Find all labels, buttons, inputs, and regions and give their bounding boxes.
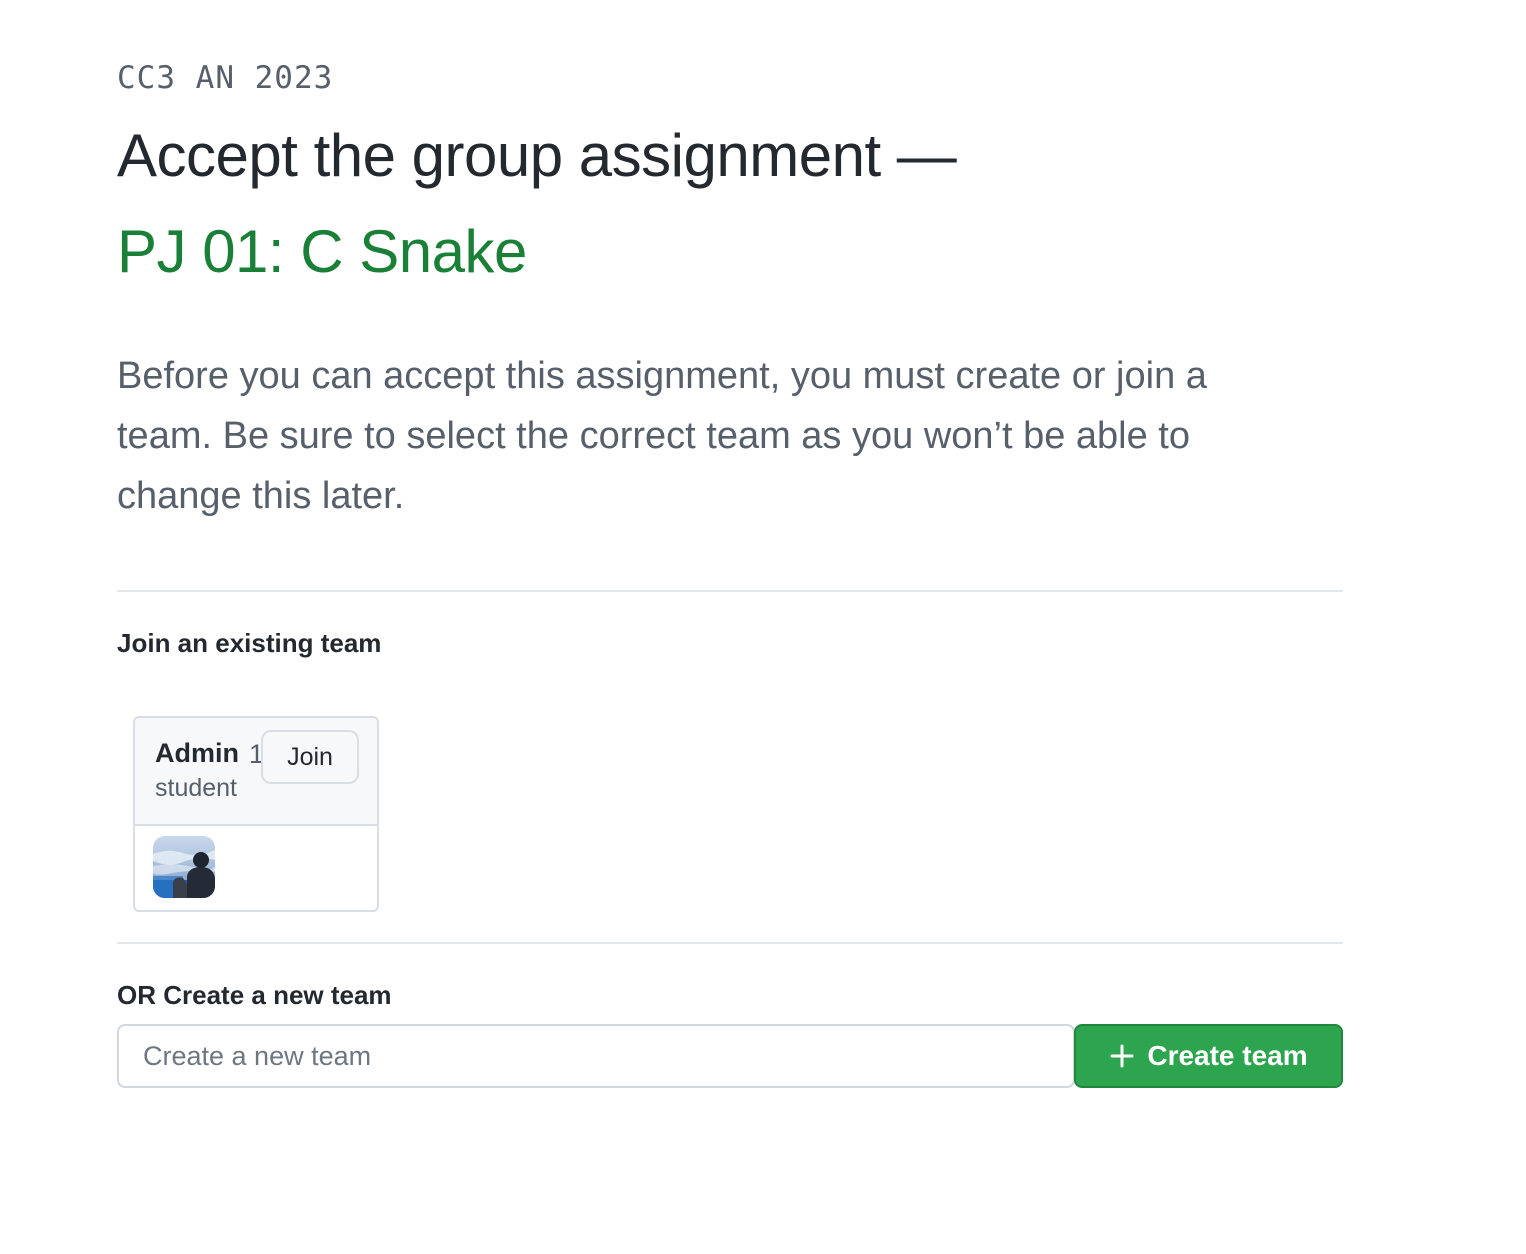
team-member-unit: student	[155, 774, 238, 802]
member-avatar[interactable]	[153, 836, 215, 898]
join-team-button[interactable]: Join	[261, 730, 359, 784]
create-team-heading: OR Create a new team	[117, 980, 392, 1010]
section-divider	[117, 590, 1343, 592]
team-card-header: Admin 1 student Join	[135, 718, 377, 826]
create-team-button-label: Create team	[1147, 1040, 1308, 1071]
create-team-form: Create team	[117, 1024, 1343, 1088]
section-divider	[117, 942, 1343, 944]
create-team-button[interactable]: Create team	[1074, 1024, 1343, 1088]
classroom-name: CC3 AN 2023	[117, 60, 334, 96]
plus-icon	[1109, 1043, 1135, 1069]
assignment-name: PJ 01: C Snake	[117, 218, 527, 285]
intro-text: Before you can accept this assignment, y…	[117, 355, 1207, 517]
team-card: Admin 1 student Join	[133, 716, 379, 912]
team-name: Admin	[155, 738, 239, 768]
join-team-heading: Join an existing team	[117, 628, 382, 658]
team-members	[135, 826, 377, 910]
page-title: Accept the group assignment —	[117, 122, 957, 189]
new-team-name-input[interactable]	[117, 1024, 1075, 1088]
